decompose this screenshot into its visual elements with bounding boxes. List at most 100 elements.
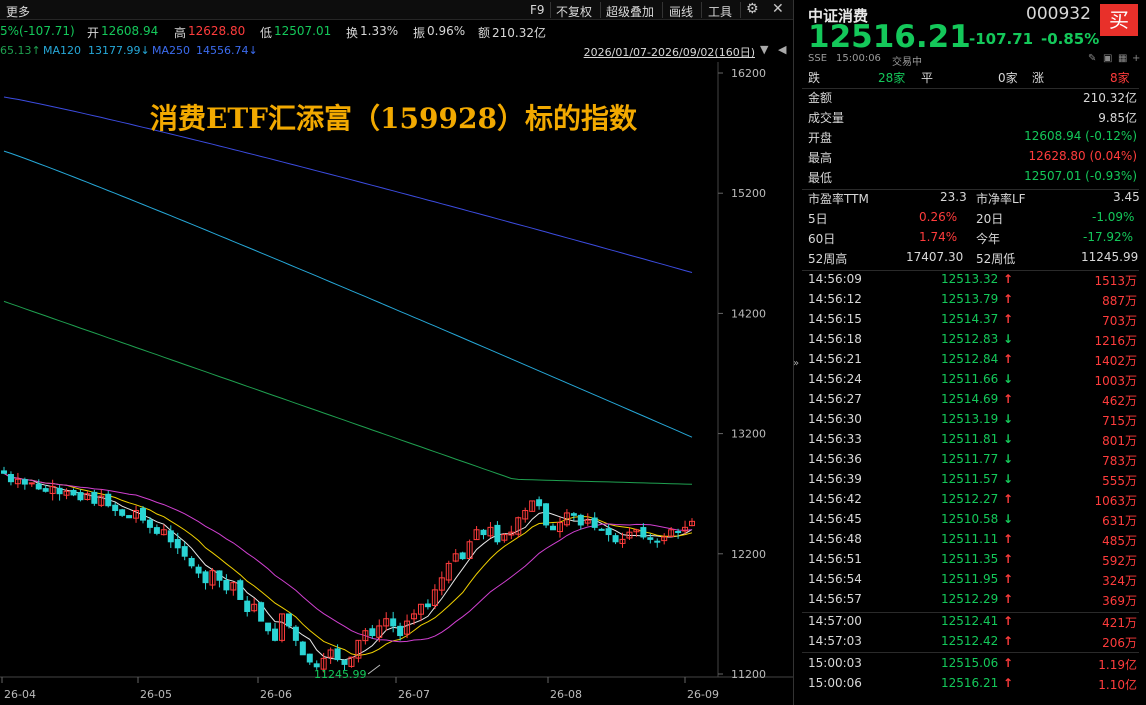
candle-body: [244, 600, 251, 612]
amp-value: 0.96%: [427, 24, 466, 38]
candle-body: [647, 537, 654, 540]
pb-label: 市净率LF: [976, 192, 1026, 206]
candle-body: [577, 514, 584, 526]
date-range[interactable]: 2026/01/07-2026/09/02(160日): [584, 44, 755, 60]
candle-body: [598, 528, 605, 531]
arrow-up-icon: ↑: [1003, 312, 1014, 326]
candle-body: [223, 579, 230, 591]
ma120-line: [3, 150, 693, 438]
quote-time: 15:00:06: [836, 53, 881, 64]
tick-time: 14:57:00: [808, 614, 862, 628]
stat-label: 最低: [808, 171, 833, 185]
stat-row: 成交量 9.85亿: [794, 109, 1146, 129]
valuation-row-4: 52周高 17407.30 52周低 11245.99: [794, 250, 1146, 270]
stat-value: 210.32亿: [1083, 91, 1137, 105]
expand-icon[interactable]: »: [793, 358, 799, 369]
add-icon[interactable]: +: [1132, 53, 1140, 64]
tick-time: 14:56:30: [808, 412, 862, 426]
ma120-value: 13177.99↓: [88, 44, 150, 57]
candle-body: [543, 503, 550, 526]
d60-label: 60日: [808, 232, 836, 246]
kline-chart[interactable]: 16200 15200 14200 13200 12200 11200 26-04 26-0…: [0, 62, 793, 705]
collapse-icon[interactable]: ◀: [778, 43, 786, 56]
close-icon[interactable]: ✕: [772, 1, 784, 17]
amount-label: 额: [478, 26, 491, 40]
candle-body: [612, 535, 619, 543]
more-button[interactable]: 更多: [6, 3, 30, 20]
tick-row: 14:56:27 12514.69 ↑ 462万: [794, 392, 1146, 412]
tick-volume: 703万: [1102, 314, 1137, 328]
chart-toolbar: 更多 F9 不复权 超级叠加 画线 工具 ⚙ ✕: [0, 0, 793, 20]
candle-body: [654, 540, 661, 543]
stat-label: 金额: [808, 91, 833, 105]
tick-volume: 1402万: [1094, 354, 1137, 368]
tick-row: 14:56:09 12513.32 ↑ 1513万: [794, 272, 1146, 292]
tick-row: 14:56:18 12512.83 ↓ 1216万: [794, 332, 1146, 352]
l52-label: 52周低: [976, 252, 1016, 266]
candle-body: [424, 603, 431, 608]
tick-price: 12512.84: [941, 352, 999, 366]
f9-button[interactable]: F9: [530, 3, 545, 17]
candle-body: [640, 527, 647, 538]
candle-body: [91, 491, 98, 504]
tick-volume: 1003万: [1094, 374, 1137, 388]
overlay-button[interactable]: 超级叠加: [606, 3, 654, 20]
lock-icon[interactable]: ▣: [1103, 53, 1112, 64]
tick-volume: 631万: [1102, 514, 1137, 528]
arrow-up-icon: ↑: [1003, 492, 1014, 506]
tick-price: 12512.42: [941, 634, 999, 648]
d60-value: 1.74%: [919, 230, 958, 244]
arrow-up-icon: ↑: [1003, 392, 1014, 406]
adjust-button[interactable]: 不复权: [556, 3, 592, 20]
tick-time: 14:56:27: [808, 392, 862, 406]
x-tick-label: 26-05: [140, 688, 172, 701]
candle-body: [299, 641, 306, 656]
tick-price: 12511.81: [941, 432, 999, 446]
d5-label: 5日: [808, 212, 828, 226]
valuation-row-3: 60日 1.74% 今年 -17.92%: [794, 230, 1146, 250]
tick-price: 12515.06: [941, 656, 999, 670]
tick-price: 12512.27: [941, 492, 999, 506]
tools-button[interactable]: 工具: [708, 3, 732, 20]
candle-body: [536, 499, 543, 507]
candle-body: [369, 628, 376, 637]
candle-body: [167, 530, 174, 543]
dropdown-icon[interactable]: ▼: [760, 43, 768, 56]
candle-body: [181, 546, 188, 557]
candle-body: [139, 507, 146, 521]
candle-body: [21, 479, 28, 485]
pb-value: 3.45: [1113, 190, 1140, 204]
ytd-value: -17.92%: [1083, 230, 1134, 244]
edit-icon[interactable]: ✎: [1088, 53, 1096, 64]
high-label: 高: [174, 26, 187, 40]
tick-price: 12512.83: [941, 332, 999, 346]
x-tick-label: 26-09: [687, 688, 719, 701]
tick-volume: 1513万: [1094, 274, 1137, 288]
y-tick-label: 12200: [731, 548, 766, 561]
tick-row: 14:56:42 12512.27 ↑ 1063万: [794, 492, 1146, 512]
tick-row: 14:56:12 12513.79 ↑ 887万: [794, 292, 1146, 312]
settings-icon[interactable]: ⚙: [746, 1, 759, 17]
tick-volume: 592万: [1102, 554, 1137, 568]
arrow-down-icon: ↓: [1003, 512, 1014, 526]
tick-volume: 206万: [1102, 636, 1137, 650]
y-tick-label: 15200: [731, 187, 766, 200]
tick-volume: 1216万: [1094, 334, 1137, 348]
buy-button[interactable]: 买: [1100, 4, 1138, 36]
tick-price: 12513.19: [941, 412, 999, 426]
x-tick-label: 26-07: [398, 688, 430, 701]
tick-row: 14:56:48 12511.11 ↑ 485万: [794, 532, 1146, 552]
stat-label: 成交量: [808, 111, 845, 125]
tick-volume: 783万: [1102, 454, 1137, 468]
candle-body: [195, 566, 202, 574]
x-tick-label: 26-04: [4, 688, 36, 701]
draw-button[interactable]: 画线: [669, 3, 693, 20]
ma-bar: 65.13↑ MA120 13177.99↓ MA250 14556.74↓ 2…: [0, 42, 793, 62]
grid-icon[interactable]: ▦: [1118, 53, 1127, 64]
turnover-label: 换: [346, 26, 359, 40]
candle-body: [459, 552, 466, 560]
price-change: -107.71: [969, 30, 1034, 48]
ma250-label: MA250: [152, 44, 191, 57]
candle-body: [550, 525, 557, 531]
valuation-row-2: 5日 0.26% 20日 -1.09%: [794, 210, 1146, 230]
